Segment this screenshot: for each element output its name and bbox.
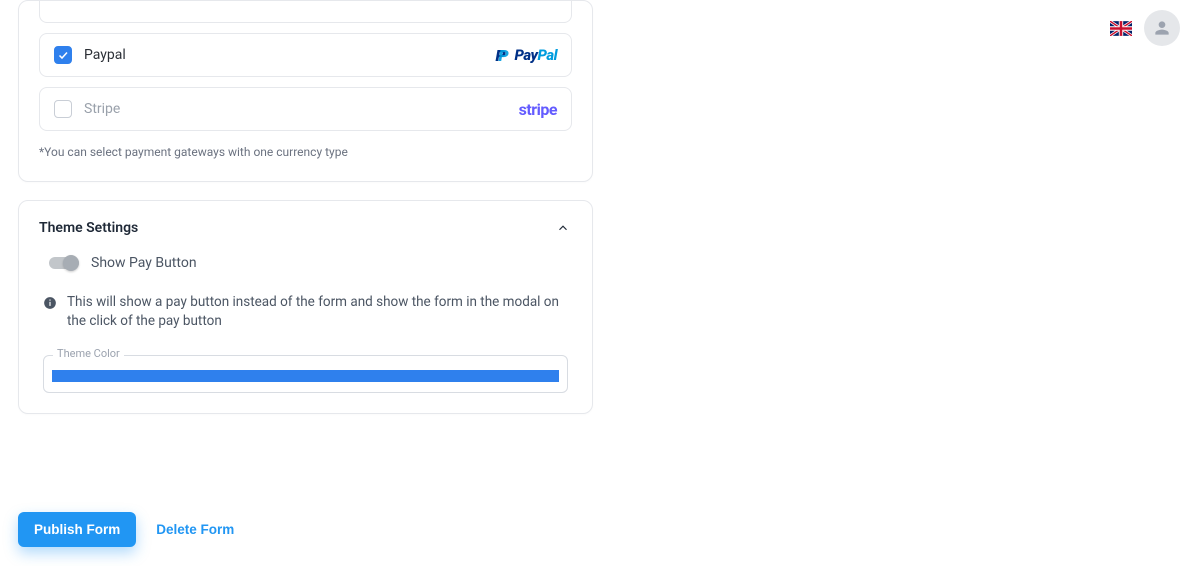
theme-color-input[interactable] [52,370,559,382]
payment-option-paypal[interactable]: Paypal PPPayPal [39,33,572,77]
checkbox-paypal[interactable] [54,46,72,64]
checkbox-stripe[interactable] [54,100,72,118]
stripe-logo-icon: stripe [519,100,557,118]
theme-color-label: Theme Color [53,347,124,360]
uk-flag-icon[interactable] [1110,21,1132,36]
show-pay-button-label: Show Pay Button [91,255,197,271]
check-icon [57,49,69,61]
payment-gateway-hint: *You can select payment gateways with on… [39,145,592,159]
theme-color-field: Theme Color [43,355,568,393]
delete-form-button[interactable]: Delete Form [156,522,234,537]
theme-settings-card: Theme Settings Show Pay Button This will… [18,200,593,414]
info-icon [43,295,59,311]
payment-option-label: Stripe [84,101,120,117]
show-pay-button-toggle[interactable] [49,255,79,271]
user-icon [1152,18,1172,38]
theme-settings-title: Theme Settings [39,220,138,236]
publish-form-button[interactable]: Publish Form [18,512,136,547]
user-avatar[interactable] [1144,10,1180,46]
payment-option-label: Paypal [84,47,126,63]
payment-option-stripe[interactable]: Stripe stripe [39,87,572,131]
payment-option-truncated[interactable] [39,1,572,23]
chevron-up-icon [556,221,570,235]
payment-gateways-card: Paypal PPPayPal Stripe stripe *You can s… [18,0,593,182]
collapse-toggle[interactable] [554,219,572,237]
paypal-logo-icon: PPPayPal [496,46,557,64]
show-pay-button-description: This will show a pay button instead of t… [67,293,568,331]
